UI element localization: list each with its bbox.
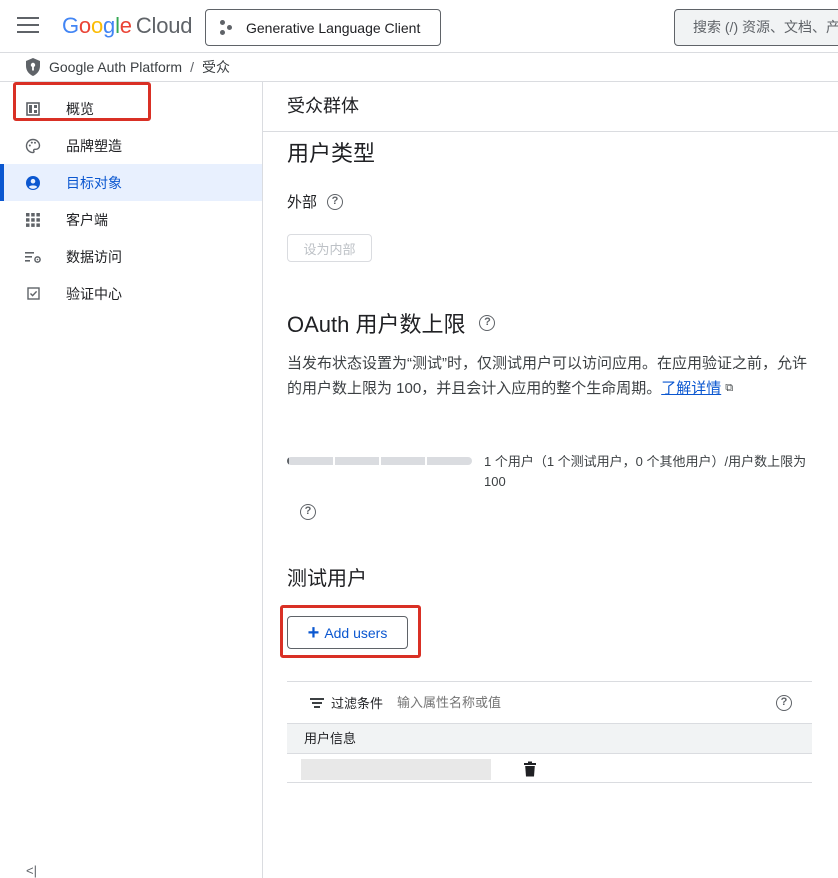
column-header-user-info: 用户信息 — [287, 723, 812, 753]
user-type-heading: 用户类型 — [287, 141, 376, 166]
help-icon[interactable]: ? — [327, 193, 344, 210]
user-cap-progress-bar — [287, 457, 472, 465]
palette-icon — [24, 137, 42, 155]
breadcrumb-current: 受众 — [201, 59, 230, 75]
collapse-nav-icon[interactable]: <| — [26, 863, 37, 878]
filter-label: 过滤条件 — [331, 696, 384, 711]
grid-icon — [24, 211, 42, 229]
page-title: 受众群体 — [263, 82, 838, 132]
sidebar-item-overview[interactable]: 概览 — [0, 90, 262, 127]
account-circle-icon — [24, 174, 42, 192]
breadcrumb-separator: / — [190, 59, 194, 75]
redacted-user-email — [301, 759, 491, 780]
filter-bar: 过滤条件 ? — [287, 681, 812, 723]
sidebar-item-audience[interactable]: 目标对象 — [0, 164, 262, 201]
oauth-limit-heading: OAuth 用户数上限 ? — [287, 307, 496, 339]
external-link-icon: ⧉ — [725, 382, 734, 394]
breadcrumb: Google Auth Platform / 受众 — [0, 53, 838, 82]
table-row — [287, 753, 812, 783]
project-name: Generative Language Client — [246, 19, 421, 36]
sidebar-nav: 概览 品牌塑造 目标对象 客户端 数据访问 验证中心 <| — [0, 82, 263, 878]
add-users-button[interactable]: + Add users — [287, 616, 408, 649]
sidebar-item-branding[interactable]: 品牌塑造 — [0, 127, 262, 164]
help-icon[interactable]: ? — [300, 504, 316, 520]
search-input[interactable]: 搜索 (/) 资源、文档、产 — [674, 9, 838, 46]
project-dots-icon — [220, 19, 236, 36]
learn-more-link[interactable]: 了解详情 — [661, 380, 721, 397]
sidebar-item-verification-center[interactable]: 验证中心 — [0, 275, 262, 312]
test-users-table: 过滤条件 ? 用户信息 — [287, 681, 812, 783]
help-icon[interactable]: ? — [479, 315, 496, 331]
breadcrumb-product-link[interactable]: Google Auth Platform — [49, 59, 182, 75]
dashboard-icon — [24, 100, 42, 118]
data-settings-icon — [24, 248, 42, 266]
project-picker-button[interactable]: Generative Language Client — [205, 9, 441, 46]
user-cap-progress-text: 1 个用户（1 个测试用户，0 个其他用户）/用户数上限为 100 — [484, 454, 807, 489]
filter-input[interactable] — [397, 695, 698, 710]
help-icon[interactable]: ? — [776, 695, 792, 711]
oauth-description: 当发布状态设置为“测试”时，仅测试用户可以访问应用。在应用验证之前，允许的用户数… — [287, 351, 815, 401]
checkbox-icon — [24, 285, 42, 303]
sidebar-item-clients[interactable]: 客户端 — [0, 201, 262, 238]
main-content: 受众群体 用户类型 外部 ? 设为内部 OAuth 用户数上限 ? 当发布状态设… — [263, 82, 838, 878]
filter-icon — [309, 697, 325, 708]
shield-icon — [26, 58, 40, 76]
user-type-value: 外部 ? — [287, 191, 344, 212]
sidebar-item-data-access[interactable]: 数据访问 — [0, 238, 262, 275]
test-users-heading: 测试用户 — [287, 568, 367, 590]
delete-icon[interactable] — [523, 761, 537, 777]
hamburger-menu-icon[interactable] — [17, 17, 39, 37]
google-cloud-logo[interactable]: Google Cloud — [62, 13, 192, 39]
progress-fill — [287, 457, 289, 465]
plus-icon: + — [307, 621, 320, 644]
top-app-bar: Google Cloud Generative Language Client 搜… — [0, 0, 838, 53]
make-internal-button[interactable]: 设为内部 — [287, 234, 372, 262]
